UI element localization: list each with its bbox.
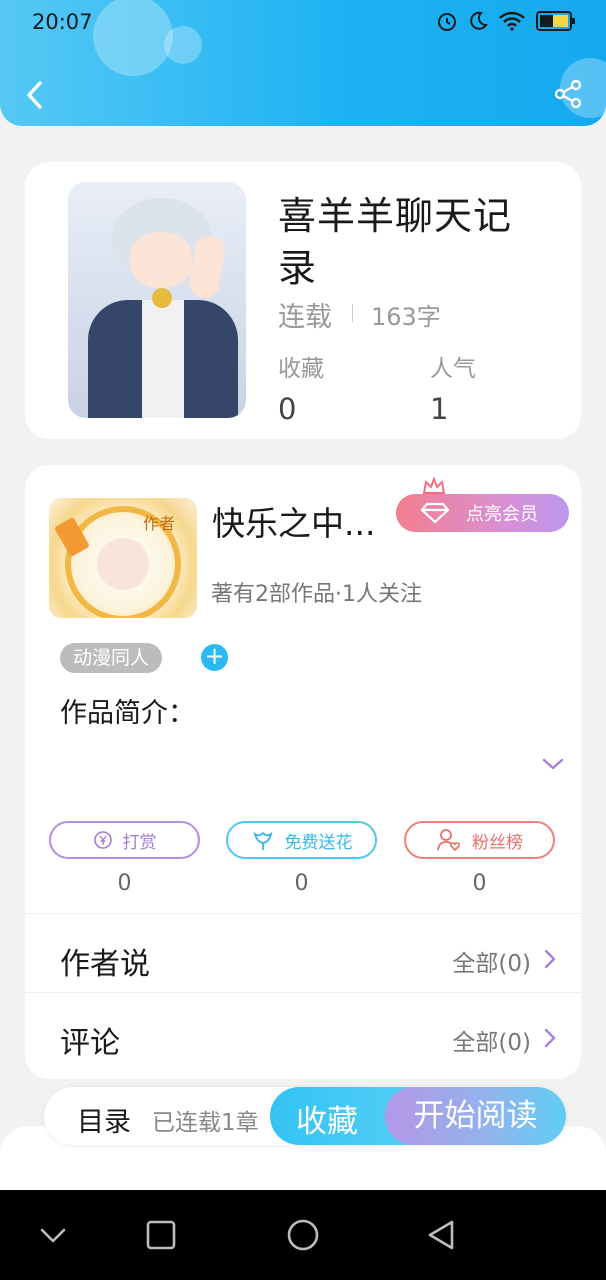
diamond-icon — [420, 502, 450, 524]
back-icon[interactable] — [20, 78, 52, 112]
reward-label: 打赏 — [122, 832, 157, 853]
nav-home-icon[interactable] — [286, 1218, 320, 1252]
divider — [25, 992, 581, 993]
system-nav-bar — [0, 1190, 606, 1280]
vip-button-label: 点亮会员 — [466, 504, 538, 525]
comments-all-link[interactable]: 全部(0) — [452, 1023, 531, 1057]
flower-icon — [253, 831, 272, 850]
chevron-right-icon[interactable] — [543, 1027, 557, 1049]
wifi-icon — [499, 11, 525, 31]
nav-recent-icon[interactable] — [144, 1218, 178, 1252]
stat-label-popularity: 人气 — [430, 356, 476, 382]
reward-button[interactable]: 打赏 — [49, 821, 200, 859]
author-meta: 著有2部作品·1人关注 — [211, 582, 422, 607]
intro-label: 作品简介： — [60, 698, 195, 729]
divider — [352, 304, 353, 322]
book-title: 喜羊羊聊天记录 — [278, 194, 513, 290]
author-card: 作者 快乐之中... 点亮会员 著有2部作品·1人关注 动漫同人 + 作品简介：… — [25, 465, 581, 1079]
stat-value-popularity: 1 — [430, 392, 449, 426]
author-notes-all-link[interactable]: 全部(0) — [452, 944, 531, 978]
add-tag-button[interactable]: + — [201, 644, 228, 671]
author-notes-label[interactable]: 作者说 — [60, 939, 150, 983]
alarm-icon — [438, 13, 456, 31]
coin-icon — [93, 831, 112, 849]
divider — [25, 913, 581, 914]
send-flower-label: 免费送花 — [284, 832, 353, 853]
author-avatar-badge: 作者 — [143, 514, 176, 533]
status-time: 20:07 — [32, 10, 93, 34]
fans-ranking-button[interactable]: 粉丝榜 — [404, 821, 555, 859]
status-icons — [436, 10, 576, 32]
decorative-bubble — [164, 26, 202, 64]
book-cover[interactable] — [68, 182, 246, 418]
moon-icon — [470, 11, 488, 30]
start-reading-button[interactable]: 开始阅读 — [385, 1087, 566, 1145]
flower-count: 0 — [294, 871, 309, 896]
stat-value-favorites: 0 — [278, 392, 297, 426]
app-header: 20:07 — [0, 0, 606, 126]
share-icon[interactable] — [552, 78, 584, 110]
toc-chapter-count: 已连载1章 — [152, 1110, 259, 1136]
vip-button[interactable]: 点亮会员 — [396, 494, 569, 532]
reward-count: 0 — [117, 871, 132, 896]
collect-button-label: 收藏 — [296, 1104, 358, 1140]
stat-label-favorites: 收藏 — [278, 356, 324, 382]
toc-button[interactable]: 目录 — [77, 1100, 131, 1139]
send-flower-button[interactable]: 免费送花 — [226, 821, 377, 859]
nav-back-icon[interactable] — [424, 1218, 458, 1252]
battery-icon — [536, 11, 575, 31]
chevron-down-icon[interactable] — [539, 755, 567, 773]
author-avatar[interactable]: 作者 — [49, 498, 197, 618]
bottom-action-bar: 目录 已连载1章 收藏 开始阅读 — [44, 1087, 566, 1145]
book-status: 连载 — [278, 302, 332, 333]
user-heart-icon — [437, 829, 461, 852]
genre-tag[interactable]: 动漫同人 — [60, 643, 163, 673]
chevron-right-icon[interactable] — [543, 948, 557, 970]
book-word-count: 163字 — [371, 303, 441, 331]
fans-count: 0 — [472, 871, 487, 896]
crown-icon — [422, 476, 446, 494]
fans-ranking-label: 粉丝榜 — [472, 832, 523, 853]
nav-down-icon[interactable] — [36, 1218, 70, 1252]
book-info-card: 喜羊羊聊天记录 连载 163字 收藏 人气 0 1 — [25, 162, 581, 439]
author-name[interactable]: 快乐之中... — [212, 497, 375, 545]
decorative-bubble — [93, 0, 173, 76]
comments-label[interactable]: 评论 — [60, 1018, 120, 1062]
